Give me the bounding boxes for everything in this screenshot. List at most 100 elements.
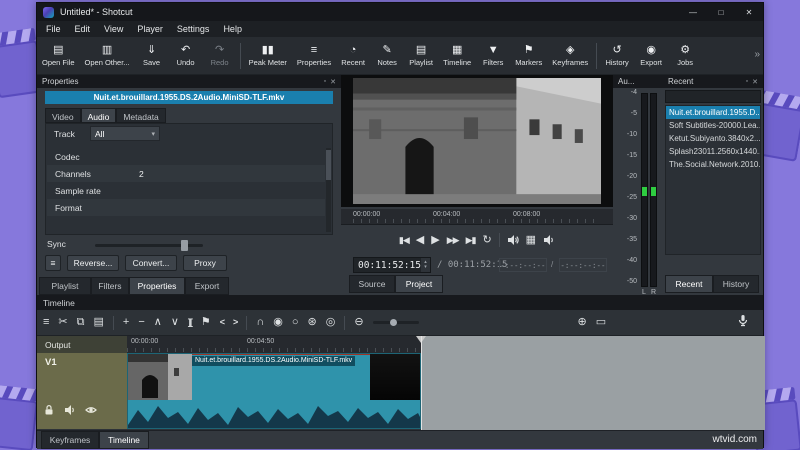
menu-help[interactable]: Help (216, 22, 249, 36)
dock-tab-properties[interactable]: Properties (129, 277, 185, 295)
zoom-slider[interactable] (372, 319, 419, 326)
ripple-all-tracks-icon[interactable]: ⊛ (307, 316, 316, 329)
menu-file[interactable]: File (39, 22, 68, 36)
record-audio-mic-icon[interactable] (737, 314, 749, 331)
audio-button[interactable] (543, 234, 555, 246)
zoom-out-icon[interactable]: ⊖ (354, 316, 363, 329)
ripple-delete-icon[interactable]: − (138, 316, 144, 329)
dock-tab-recent[interactable]: Recent (665, 275, 713, 293)
ripple-markers-icon[interactable]: ◎ (326, 316, 336, 329)
close-icon[interactable]: ✕ (330, 78, 336, 86)
reverse-button[interactable]: Reverse... (67, 255, 119, 271)
open-file-button[interactable]: ▤ Open File (37, 43, 80, 68)
scrollbar-handle[interactable] (326, 150, 331, 180)
prev-marker-icon[interactable]: < (220, 316, 225, 329)
timeline-button[interactable]: ▦ Timeline (438, 43, 476, 68)
track-select[interactable]: All ▾ (90, 126, 160, 141)
dock-tab-keyframes[interactable]: Keyframes (41, 431, 99, 449)
append-icon[interactable]: + (123, 316, 129, 329)
scrollbar[interactable] (326, 148, 331, 232)
sync-slider[interactable] (95, 240, 203, 251)
mute-track-icon[interactable] (64, 403, 76, 421)
properties-menu-button[interactable]: ≡ (45, 255, 61, 271)
menu-edit[interactable]: Edit (68, 22, 98, 36)
copy-icon[interactable]: ⧉ (77, 316, 85, 329)
jobs-button[interactable]: ⚙ Jobs (668, 43, 702, 68)
playhead-line[interactable] (421, 336, 422, 430)
notes-button[interactable]: ✎ Notes (370, 43, 404, 68)
history-button[interactable]: ↺ History (600, 43, 634, 68)
dock-tab-export[interactable]: Export (185, 277, 229, 295)
export-button[interactable]: ◉ Export (634, 43, 668, 68)
close-icon[interactable]: ✕ (752, 78, 758, 86)
ripple-icon[interactable]: ○ (292, 316, 299, 329)
dock-tab-timeline[interactable]: Timeline (99, 431, 149, 449)
dock-tab-playlist[interactable]: Playlist (39, 277, 91, 295)
menu-view[interactable]: View (97, 22, 130, 36)
recent-search-input[interactable] (665, 90, 761, 103)
recent-item[interactable]: Soft Subtitles-20000.Lea... (666, 119, 760, 132)
v1-track-header[interactable]: V1 (37, 353, 127, 429)
recent-button[interactable]: ◔ Recent (336, 43, 370, 68)
peak-meter-button[interactable]: ▮▮ Peak Meter (244, 43, 292, 68)
volume-button[interactable] (507, 234, 519, 246)
markers-button[interactable]: ⚑ Markers (510, 43, 547, 68)
lift-icon[interactable]: ∧ (154, 316, 162, 329)
float-icon[interactable]: ▫ (324, 78, 326, 86)
output-track-header[interactable]: Output (37, 336, 127, 353)
marker-icon[interactable]: ⚑ (201, 316, 211, 329)
spin-down-icon[interactable]: ▾ (424, 265, 427, 270)
step-backward-button[interactable]: ◀ (416, 233, 424, 247)
tab-audio[interactable]: Audio (80, 108, 117, 123)
menu-player[interactable]: Player (130, 22, 170, 36)
timeline-ruler[interactable]: 00:00:00 00:04:50 (127, 336, 421, 353)
maximize-button[interactable]: □ (707, 3, 735, 21)
recent-item[interactable]: Nuit.et.brouillard.1955.D... (666, 106, 760, 119)
timeline-menu-icon[interactable]: ≡ (43, 316, 49, 329)
play-button[interactable]: ▶ (431, 233, 439, 247)
next-marker-icon[interactable]: > (233, 316, 238, 329)
zoom-slider-handle[interactable] (389, 319, 397, 326)
skip-start-button[interactable]: ▮◀ (399, 233, 410, 247)
overwrite-icon[interactable]: ∨ (171, 316, 179, 329)
undo-button[interactable]: ↶ Undo (169, 43, 203, 68)
tab-project[interactable]: Project (395, 275, 443, 293)
snap-magnet-icon[interactable]: ∩ (256, 316, 264, 329)
timeline-clip[interactable]: Nuit.et.brouillard.1955.DS.2Audio.MiniSD… (127, 353, 421, 429)
fast-forward-button[interactable]: ▶▶ (447, 233, 460, 247)
hide-track-icon[interactable] (85, 403, 97, 421)
zoom-in-icon[interactable]: ⊕ (578, 316, 587, 329)
float-icon[interactable]: ▫ (746, 78, 748, 86)
recent-item[interactable]: Splash23011.2560x1440... (666, 145, 760, 158)
loop-button[interactable]: ↻ (482, 233, 491, 247)
minimize-button[interactable]: — (679, 3, 707, 21)
paste-icon[interactable]: ▤ (94, 316, 104, 329)
recent-item[interactable]: The.Social.Network.2010... (666, 158, 760, 171)
skip-end-button[interactable]: ▶▮ (466, 233, 477, 247)
tab-video[interactable]: Video (45, 108, 81, 123)
properties-button[interactable]: ≡ Properties (292, 43, 336, 68)
tab-metadata[interactable]: Metadata (116, 108, 166, 123)
filters-button[interactable]: ▼ Filters (476, 43, 510, 68)
redo-button[interactable]: ↷ Redo (203, 43, 237, 68)
proxy-button[interactable]: Proxy (183, 255, 227, 271)
convert-button[interactable]: Convert... (125, 255, 177, 271)
open-other-button[interactable]: ▥ Open Other... (80, 43, 135, 68)
lock-track-icon[interactable] (43, 403, 55, 421)
playlist-button[interactable]: ▤ Playlist (404, 43, 438, 68)
scrub-while-dragging-icon[interactable]: ◉ (273, 316, 283, 329)
toolbar-overflow-icon[interactable]: » (754, 49, 760, 60)
sync-slider-handle[interactable] (181, 240, 188, 251)
grid-button[interactable]: ▦ (526, 233, 536, 247)
split-icon[interactable]: ][ (188, 316, 193, 329)
cut-icon[interactable]: ✂ (58, 316, 67, 329)
zoom-fit-icon[interactable]: ▭ (596, 316, 606, 329)
close-button[interactable]: ✕ (735, 3, 763, 21)
recent-item[interactable]: Ketut.Subiyanto.3840x2... (666, 132, 760, 145)
current-time-spinbox[interactable]: 00:11:52:15 ▴ ▾ (353, 257, 431, 273)
dock-tab-history[interactable]: History (713, 275, 759, 293)
save-button[interactable]: ⇓ Save (135, 43, 169, 68)
keyframes-button[interactable]: ◈ Keyframes (547, 43, 593, 68)
player-scrubber[interactable]: 00:00:00 00:04:00 00:08:00 (341, 209, 613, 225)
tab-source[interactable]: Source (349, 275, 395, 293)
